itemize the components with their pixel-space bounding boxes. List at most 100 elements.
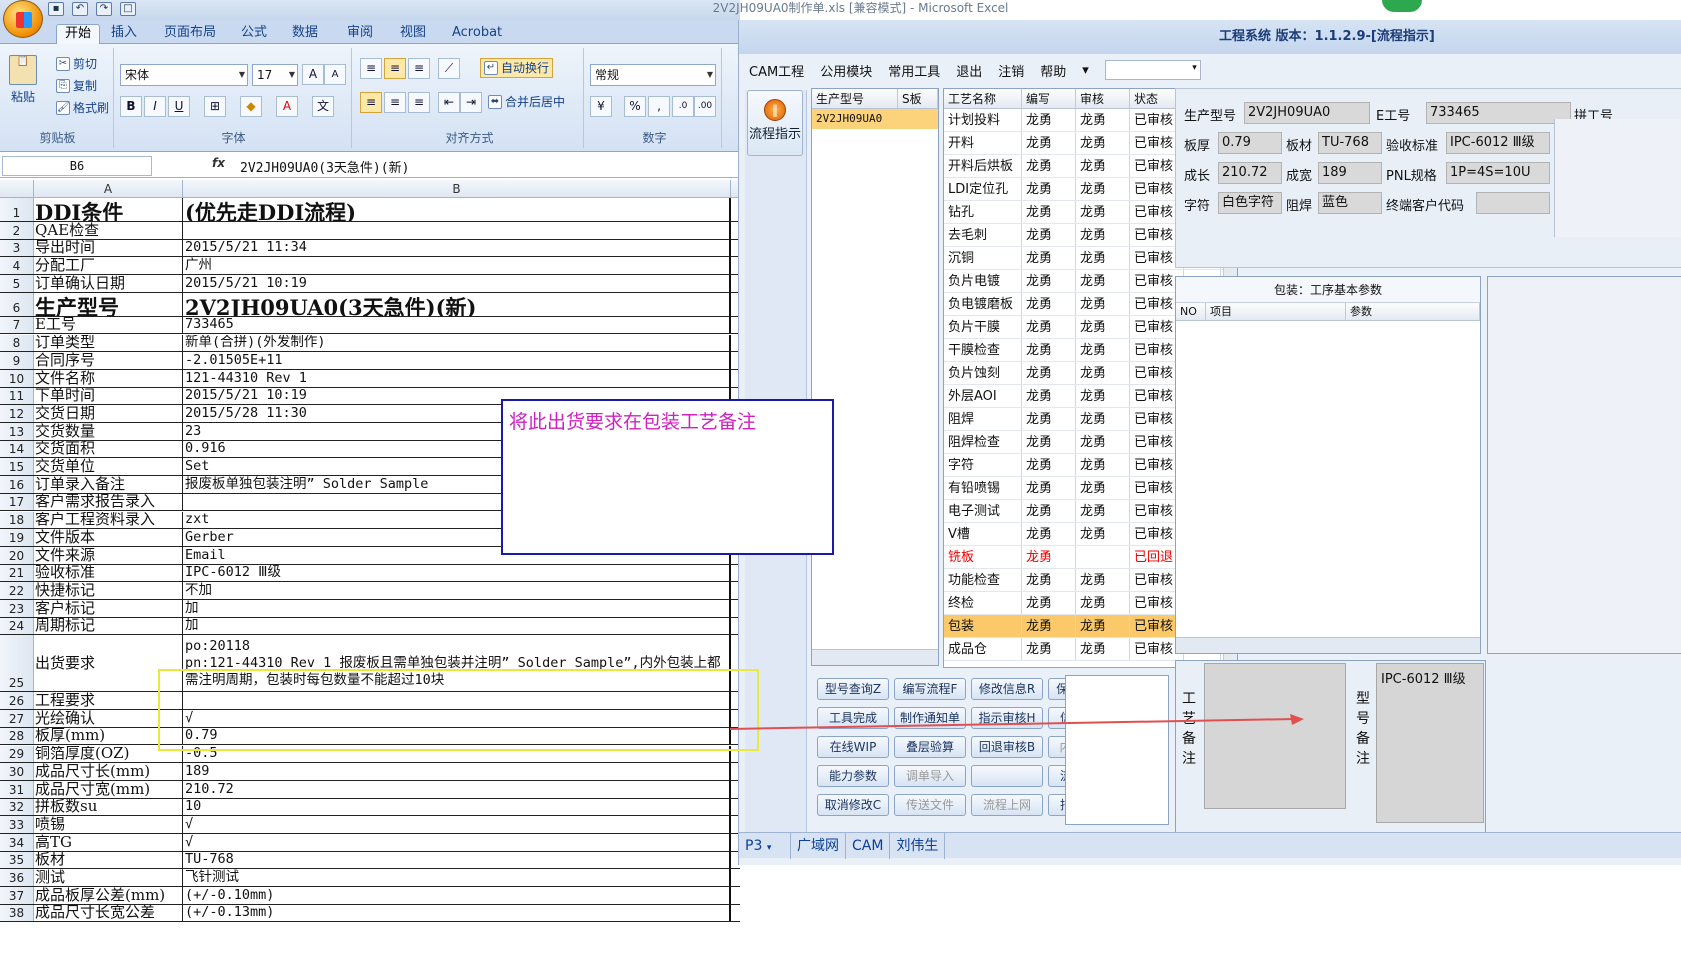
copy-button[interactable]: ⎘ 复制 (52, 76, 101, 96)
column-header-a[interactable]: A (34, 180, 183, 198)
italic-button[interactable]: I (144, 96, 166, 117)
shrink-font-icon[interactable]: A (324, 64, 346, 85)
cell-b[interactable]: 733465 (183, 316, 731, 334)
border-icon[interactable]: ⊞ (204, 96, 226, 117)
action-button[interactable] (971, 765, 1043, 787)
cell-b[interactable]: √ (183, 834, 731, 851)
row-number[interactable]: 33 (0, 816, 34, 833)
cell-a[interactable]: E工号 (34, 316, 183, 334)
row-number[interactable]: 13 (0, 423, 34, 440)
cell-b[interactable]: 广州 (183, 257, 731, 275)
font-size-select[interactable]: 17 ▼ (252, 64, 298, 86)
phonetic-icon[interactable]: 文 (312, 96, 334, 117)
action-button[interactable]: 回退审核B (971, 736, 1043, 758)
cell-b[interactable]: 加 (183, 600, 731, 617)
row-number[interactable]: 5 (0, 275, 34, 292)
cell-b[interactable] (183, 692, 731, 710)
cell-a[interactable]: 交货面积 (34, 440, 183, 458)
cell-b[interactable]: -2.01505E+11 (183, 352, 731, 369)
tab-view[interactable]: 视图 (392, 24, 434, 44)
menu-tools[interactable]: 常用工具 (888, 61, 940, 80)
format-painter-button[interactable]: 🖌 格式刷 (52, 98, 113, 118)
row-number[interactable]: 22 (0, 582, 34, 599)
cell-a[interactable]: 快捷标记 (34, 582, 183, 599)
row-number[interactable]: 17 (0, 493, 34, 511)
row-number[interactable]: 6 (0, 292, 34, 316)
row-number[interactable]: 34 (0, 834, 34, 851)
bold-button[interactable]: B (120, 96, 142, 117)
model-list-row[interactable]: 2V2JH09UA0 (812, 109, 938, 129)
action-button[interactable]: 型号查询Z (817, 678, 889, 700)
formula-input[interactable]: 2V2JH09UA0(3天急件)(新) (240, 157, 409, 176)
row-number[interactable]: 8 (0, 334, 34, 352)
row-number[interactable]: 28 (0, 727, 34, 745)
horizontal-scrollbar[interactable] (1176, 637, 1480, 653)
row-number[interactable]: 30 (0, 763, 34, 780)
decrease-indent-icon[interactable]: ⇤ (438, 92, 460, 113)
menu-dropdown[interactable] (1104, 60, 1201, 80)
cell-b[interactable]: 0.79 (183, 727, 731, 745)
cell-a[interactable]: 工程要求 (34, 692, 183, 710)
row-number[interactable]: 27 (0, 710, 34, 727)
cell-a[interactable]: 文件名称 (34, 369, 183, 387)
cell-a[interactable]: 光绘确认 (34, 710, 183, 727)
value-customer-code[interactable] (1476, 192, 1550, 214)
chevron-down-icon[interactable]: ▾ (1082, 63, 1089, 78)
row-number[interactable]: 21 (0, 564, 34, 582)
cell-a[interactable]: 交货数量 (34, 423, 183, 440)
row-number[interactable]: 7 (0, 316, 34, 334)
cell-a[interactable]: 测试 (34, 869, 183, 887)
comma-button[interactable]: , (648, 96, 670, 117)
underline-button[interactable]: U (168, 96, 190, 117)
action-button[interactable]: 制作通知单 (894, 707, 966, 729)
align-left-icon[interactable]: ≡ (360, 92, 382, 113)
row-number[interactable]: 14 (0, 440, 34, 458)
align-bottom-icon[interactable]: ≡ (408, 58, 430, 79)
cell-b[interactable]: (+/-0.13mm) (183, 904, 731, 922)
cut-button[interactable]: ✂ 剪切 (52, 54, 101, 74)
percent-button[interactable]: % (624, 96, 646, 117)
cell-a[interactable]: 导出时间 (34, 239, 183, 257)
cell-a[interactable]: 板材 (34, 851, 183, 869)
cell-b[interactable]: TU-768 (183, 851, 731, 869)
cell-a[interactable]: 高TG (34, 834, 183, 851)
cell-a[interactable]: 喷锡 (34, 816, 183, 833)
align-middle-icon[interactable]: ≡ (384, 58, 406, 79)
cell-a[interactable]: 验收标准 (34, 564, 183, 582)
align-right-icon[interactable]: ≡ (408, 92, 430, 113)
cell-a[interactable]: 下单时间 (34, 387, 183, 405)
cell-b[interactable] (183, 222, 731, 239)
cell-b[interactable]: IPC-6012 Ⅲ级 (183, 564, 731, 582)
save-icon[interactable]: ▪ (48, 2, 64, 16)
decrease-decimal-icon[interactable]: .00 (694, 96, 716, 117)
cell-a[interactable]: 客户标记 (34, 600, 183, 617)
cell-a[interactable]: 订单类型 (34, 334, 183, 352)
value-solder-mask[interactable]: 蓝色 (1318, 192, 1382, 214)
row-number[interactable]: 4 (0, 257, 34, 275)
cell-a[interactable]: 交货日期 (34, 405, 183, 422)
action-button[interactable]: 编写流程F (894, 678, 966, 700)
cell-b[interactable]: √ (183, 710, 731, 727)
wrap-text-button[interactable]: ↵ 自动换行 (480, 58, 554, 78)
row-number[interactable]: 38 (0, 904, 34, 922)
horizontal-scrollbar[interactable] (812, 649, 938, 665)
value-pnl[interactable]: 1P=4S=10U (1446, 162, 1550, 184)
menu-logout[interactable]: 注销 (998, 61, 1024, 80)
action-button[interactable]: 工具完成 (817, 707, 889, 729)
row-number[interactable]: 25 (0, 635, 34, 692)
menu-common-modules[interactable]: 公用模块 (820, 61, 872, 80)
row-number[interactable]: 26 (0, 692, 34, 710)
new-file-icon[interactable]: □ (120, 2, 136, 16)
cell-a[interactable]: 交货单位 (34, 458, 183, 476)
cell-b[interactable]: 10 (183, 798, 731, 816)
cell-a[interactable]: 板厚(mm) (34, 727, 183, 745)
action-button[interactable]: 传送文件 (894, 794, 966, 816)
cell-b[interactable]: 飞针测试 (183, 869, 731, 887)
row-number[interactable]: 1 (0, 198, 34, 221)
action-button[interactable]: 取消修改C (817, 794, 889, 816)
cell-a[interactable]: DDI条件 (34, 198, 183, 221)
row-number[interactable]: 23 (0, 600, 34, 617)
cell-b[interactable]: 加 (183, 617, 731, 635)
value-width[interactable]: 189 (1318, 162, 1382, 184)
value-model[interactable]: 2V2JH09UA0 (1244, 102, 1370, 124)
